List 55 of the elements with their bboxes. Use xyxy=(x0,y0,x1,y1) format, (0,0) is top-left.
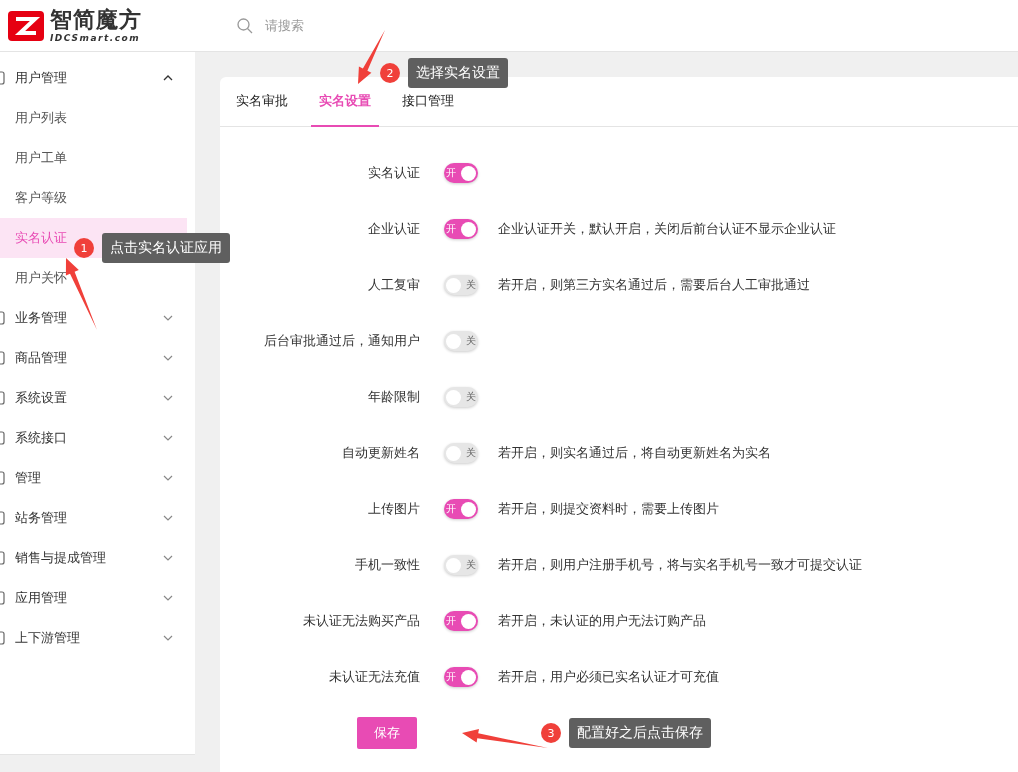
setting-description: 若开启，则用户注册手机号，将与实名手机号一致才可提交认证 xyxy=(498,556,862,574)
setting-label: 实名认证 xyxy=(367,164,420,182)
logo-icon xyxy=(8,10,44,41)
setting-label: 上传图片 xyxy=(367,500,420,518)
setting-label: 后台审批通过后，通知用户 xyxy=(263,332,420,350)
setting-description: 若开启，用户必须已实名认证才可充值 xyxy=(498,668,719,686)
sidebar-group[interactable]: 业务管理 xyxy=(0,298,195,338)
chevron-icon xyxy=(163,75,173,81)
setting-label: 企业认证 xyxy=(367,220,420,238)
setting-label: 自动更新姓名 xyxy=(341,444,420,462)
chevron-icon xyxy=(163,515,173,521)
search-icon xyxy=(237,17,253,34)
setting-label: 年龄限制 xyxy=(367,388,420,406)
sidebar-group[interactable]: 管理 xyxy=(0,458,195,498)
sidebar-group[interactable]: 应用管理 xyxy=(0,578,195,618)
tab[interactable]: 实名审批 xyxy=(228,77,296,127)
logo-subtext: IDCSmart.com xyxy=(50,33,142,43)
chevron-icon xyxy=(163,635,173,641)
setting-description: 若开启，未认证的用户无法订购产品 xyxy=(498,612,706,630)
chevron-icon xyxy=(163,595,173,601)
chevron-icon xyxy=(163,475,173,481)
sidebar-group[interactable]: 系统设置 xyxy=(0,378,195,418)
chevron-icon xyxy=(163,555,173,561)
step-badge: 2 xyxy=(380,63,400,83)
setting-label: 未认证无法购买产品 xyxy=(302,612,420,630)
sidebar-group[interactable]: 销售与提成管理 xyxy=(0,538,195,578)
chevron-icon xyxy=(163,395,173,401)
setting-label: 手机一致性 xyxy=(354,556,420,574)
sidebar-group[interactable]: 上下游管理 xyxy=(0,618,195,658)
sidebar-group[interactable]: 系统接口 xyxy=(0,418,195,458)
sidebar-item[interactable]: 用户工单 xyxy=(0,138,187,178)
setting-label: 人工复审 xyxy=(367,276,420,294)
toggle-switch[interactable]: 关 xyxy=(444,275,478,295)
sidebar-group[interactable]: 站务管理 xyxy=(0,498,195,538)
callout-tooltip: 选择实名设置 xyxy=(408,58,508,88)
sidebar-group[interactable]: 用户管理 xyxy=(0,58,195,98)
toggle-switch[interactable]: 关 xyxy=(444,555,478,575)
setting-description: 企业认证开关，默认开启，关闭后前台认证不显示企业认证 xyxy=(498,220,836,238)
sidebar-group[interactable]: 商品管理 xyxy=(0,338,195,378)
callout-tooltip: 配置好之后点击保存 xyxy=(569,718,711,748)
chevron-icon xyxy=(163,355,173,361)
callout-tooltip: 点击实名认证应用 xyxy=(102,233,230,263)
logo-text: 智简魔方 xyxy=(50,8,142,31)
chevron-icon xyxy=(163,435,173,441)
toggle-switch[interactable]: 关 xyxy=(444,387,478,407)
setting-description: 若开启，则提交资料时，需要上传图片 xyxy=(498,500,719,518)
setting-description: 若开启，则实名通过后，将自动更新姓名为实名 xyxy=(498,444,771,462)
setting-description: 若开启，则第三方实名通过后，需要后台人工审批通过 xyxy=(498,276,810,294)
chevron-icon xyxy=(163,315,173,321)
pointer-arrow xyxy=(65,258,97,330)
sidebar-item[interactable]: 客户等级 xyxy=(0,178,187,218)
setting-label: 未认证无法充值 xyxy=(328,668,420,686)
sidebar-item[interactable]: 用户列表 xyxy=(0,98,187,138)
toggle-switch[interactable]: 关 xyxy=(444,331,478,351)
toggle-switch[interactable]: 关 xyxy=(444,443,478,463)
